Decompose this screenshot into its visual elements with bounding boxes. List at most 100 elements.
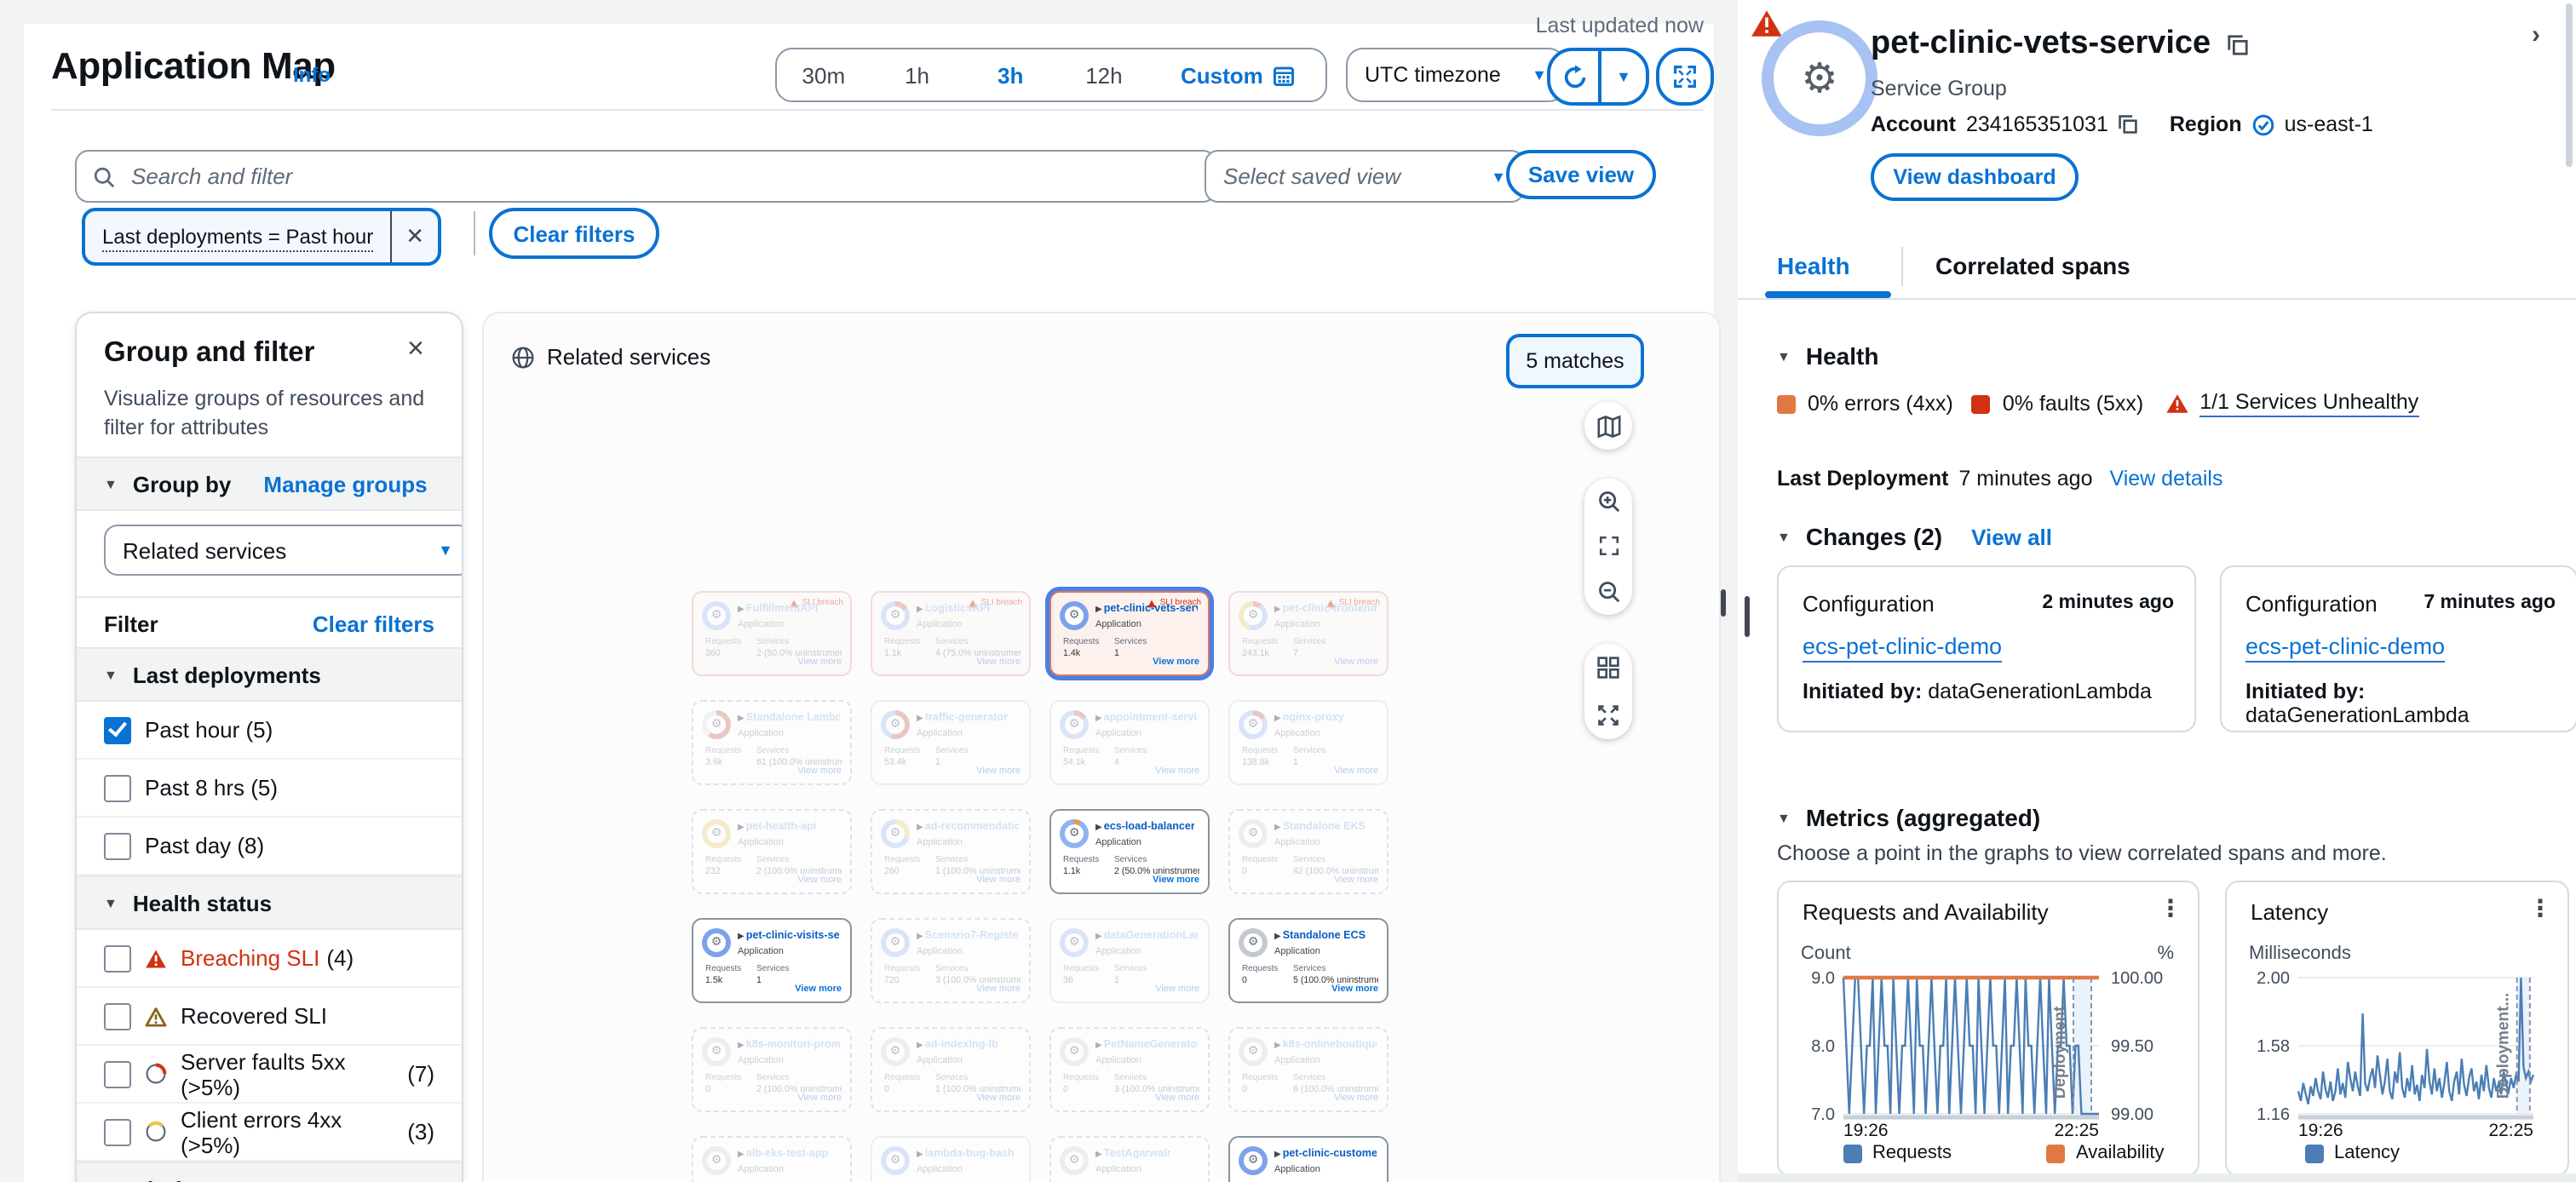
service-name[interactable]: ▶FulfillmentAPI bbox=[738, 603, 818, 615]
services-unhealthy-link[interactable]: 1/1 Services Unhealthy bbox=[2199, 390, 2418, 417]
service-name[interactable]: ▶appointment-service-g... bbox=[1095, 712, 1198, 724]
service-card-ecs-load-balancer[interactable]: ⚙▶ecs-load-balancerApplicationRequestsSe… bbox=[1049, 809, 1210, 894]
clear-filters-link[interactable]: Clear filters bbox=[313, 611, 434, 636]
service-card-StandaloneLambda[interactable]: ⚙▶Standalone LambdaApplicationRequestsSe… bbox=[692, 700, 852, 785]
service-name[interactable]: ▶PetNameGenerator bbox=[1095, 1039, 1198, 1051]
filter-option[interactable]: Client errors 4xx (>5%)(3) bbox=[77, 1104, 462, 1162]
service-card-appointment-service-g[interactable]: ⚙▶appointment-service-g...ApplicationReq… bbox=[1049, 700, 1210, 785]
search-input[interactable] bbox=[128, 162, 1199, 191]
service-card-ad-recommendation-lb[interactable]: ⚙▶ad-recommendation-lbApplicationRequest… bbox=[871, 809, 1031, 894]
info-link[interactable]: Info bbox=[293, 63, 331, 87]
service-name[interactable]: ▶dataGenerationLambda bbox=[1095, 930, 1198, 942]
view-more-link[interactable]: View more bbox=[797, 875, 842, 886]
filter-option[interactable]: Breaching SLI(4) bbox=[77, 930, 462, 988]
change-resource-link[interactable]: ecs-pet-clinic-demo bbox=[2245, 634, 2445, 663]
checkbox[interactable] bbox=[104, 716, 131, 743]
view-more-link[interactable]: View more bbox=[1334, 1093, 1378, 1104]
service-card-ad-indexing-lb[interactable]: ⚙▶ad-indexing-lbApplicationRequestsServi… bbox=[871, 1027, 1031, 1112]
view-dashboard-button[interactable]: View dashboard bbox=[1871, 153, 2079, 201]
service-card-pet-clinic-frontend-java[interactable]: ⚙SLI breach▶pet-clinic-frontend-javaAppl… bbox=[1228, 591, 1389, 676]
kebab-menu-icon[interactable]: ⋮ bbox=[2159, 894, 2182, 923]
view-more-link[interactable]: View more bbox=[1155, 766, 1199, 777]
chart-requests-availability[interactable]: Requests and Availability ⋮ Count % 9.01… bbox=[1777, 881, 2199, 1177]
filter-section-header[interactable]: ▼Last deployments bbox=[77, 647, 462, 702]
filter-section-header[interactable]: ▼Health status bbox=[77, 875, 462, 930]
tab-correlated-spans[interactable]: Correlated spans bbox=[1935, 252, 2130, 279]
view-more-link[interactable]: View more bbox=[976, 1093, 1021, 1104]
copy-icon[interactable] bbox=[2226, 33, 2248, 55]
time-range-30m[interactable]: 30m bbox=[777, 62, 871, 88]
service-name[interactable]: ▶Standalone Lambda bbox=[738, 712, 840, 724]
service-card-StandaloneEKS[interactable]: ⚙▶Standalone EKSApplicationRequestsServi… bbox=[1228, 809, 1389, 894]
filter-section-header[interactable]: ▼Platform bbox=[77, 1162, 462, 1182]
close-icon[interactable]: × bbox=[407, 332, 424, 366]
filter-option[interactable]: Past 8 hrs (5) bbox=[77, 760, 462, 818]
application-map-canvas[interactable]: Related services 5 matches ⚙SLI breach▶F… bbox=[482, 312, 1721, 1182]
view-more-link[interactable]: View more bbox=[1153, 875, 1199, 886]
checkbox[interactable] bbox=[104, 774, 131, 801]
service-card-TestAgarwalr[interactable]: ⚙▶TestAgarwalrApplicationRequestsService… bbox=[1049, 1136, 1210, 1182]
filter-option[interactable]: Server faults 5xx (>5%)(7) bbox=[77, 1046, 462, 1104]
service-name[interactable]: ▶pet-clinic-frontend-java bbox=[1274, 603, 1377, 615]
filter-option[interactable]: Past hour (5) bbox=[77, 702, 462, 760]
time-range-custom-button[interactable]: Custom bbox=[1151, 62, 1325, 88]
service-card-pet-clinic-vets-service[interactable]: ⚙SLI breach▶pet-clinic-vets-serviceAppli… bbox=[1049, 591, 1210, 676]
view-more-link[interactable]: View more bbox=[797, 1093, 842, 1104]
metrics-section-header[interactable]: ▼ Metrics (aggregated) bbox=[1777, 804, 2040, 831]
matches-badge[interactable]: 5 matches bbox=[1506, 334, 1644, 388]
expand-nodes-icon[interactable] bbox=[1596, 693, 1620, 737]
save-view-button[interactable]: Save view bbox=[1506, 150, 1656, 199]
zoom-out-icon[interactable] bbox=[1596, 570, 1621, 614]
service-name[interactable]: ▶traffic-generator bbox=[917, 712, 1008, 724]
service-name[interactable]: ▶nginx-proxy bbox=[1274, 712, 1344, 724]
service-name[interactable]: ▶LogisticsAPI bbox=[917, 603, 990, 615]
service-name[interactable]: ▶Scenario7-RegisterNe... bbox=[917, 930, 1019, 942]
tab-health[interactable]: Health bbox=[1777, 252, 1850, 279]
view-more-link[interactable]: View more bbox=[1334, 766, 1378, 777]
zoom-in-icon[interactable] bbox=[1596, 479, 1621, 524]
service-card-lambda-bug-bash[interactable]: ⚙▶lambda-bug-bashApplicationRequestsServ… bbox=[871, 1136, 1031, 1182]
group-by-header[interactable]: ▼ Group by Manage groups bbox=[77, 456, 462, 511]
view-more-link[interactable]: View more bbox=[1334, 657, 1378, 668]
service-name[interactable]: ▶pet-clinic-vets-service bbox=[1095, 603, 1198, 615]
refresh-button[interactable] bbox=[1550, 51, 1601, 102]
service-name[interactable]: ▶alb-eks-test-app bbox=[738, 1148, 828, 1160]
view-more-link[interactable]: View more bbox=[976, 875, 1021, 886]
service-name[interactable]: ▶TestAgarwalr bbox=[1095, 1148, 1171, 1160]
time-range-3h[interactable]: 3h bbox=[963, 62, 1057, 88]
service-card-pet-health-api[interactable]: ⚙▶pet-health-apiApplicationRequestsServi… bbox=[692, 809, 852, 894]
view-more-link[interactable]: View more bbox=[976, 766, 1021, 777]
service-card-pet-clinic-customers-s[interactable]: ⚙▶pet-clinic-customers-s...ApplicationRe… bbox=[1228, 1136, 1389, 1182]
filter-option[interactable]: Recovered SLI bbox=[77, 988, 462, 1046]
chart-canvas[interactable]: 9.0100.008.099.507.099.0019:2622:25Deplo… bbox=[1799, 971, 2177, 1141]
view-more-link[interactable]: View more bbox=[797, 766, 842, 777]
clear-filters-button[interactable]: Clear filters bbox=[489, 208, 659, 259]
service-card-FulfillmentAPI[interactable]: ⚙SLI breach▶FulfillmentAPIApplicationReq… bbox=[692, 591, 852, 676]
legend-item-requests[interactable]: Requests bbox=[1843, 1143, 1952, 1163]
service-card-pet-clinic-visits-service[interactable]: ⚙▶pet-clinic-visits-serviceApplicationRe… bbox=[692, 918, 852, 1003]
service-name[interactable]: ▶ad-indexing-lb bbox=[917, 1039, 998, 1051]
chart-canvas[interactable]: 2.001.581.1619:2622:25Deployment... bbox=[2247, 971, 2547, 1141]
view-more-link[interactable]: View more bbox=[976, 984, 1021, 995]
service-name[interactable]: ▶pet-health-api bbox=[738, 821, 816, 833]
view-more-link[interactable]: View more bbox=[1155, 1093, 1199, 1104]
view-all-link[interactable]: View all bbox=[1971, 524, 2052, 549]
timezone-select[interactable]: UTC timezone ▼ bbox=[1346, 48, 1566, 102]
service-name[interactable]: ▶Standalone ECS bbox=[1274, 930, 1366, 942]
collapse-panel-icon[interactable]: › bbox=[2532, 20, 2540, 49]
service-card-k8s-monitori-prometh[interactable]: ⚙▶k8s-monitori-prometh...ApplicationRequ… bbox=[692, 1027, 852, 1112]
fit-to-screen-icon[interactable] bbox=[1597, 525, 1619, 569]
saved-view-select[interactable]: Select saved view ▼ bbox=[1205, 150, 1525, 203]
checkbox[interactable] bbox=[104, 1002, 131, 1030]
refresh-options-button[interactable]: ▼ bbox=[1601, 51, 1646, 102]
view-more-link[interactable]: View more bbox=[797, 657, 842, 668]
scroll-handle[interactable] bbox=[1745, 596, 1749, 637]
kebab-menu-icon[interactable]: ⋮ bbox=[2528, 894, 2552, 923]
view-more-link[interactable]: View more bbox=[1153, 657, 1199, 668]
remove-filter-icon[interactable]: ✕ bbox=[390, 211, 438, 262]
group-by-select[interactable]: Related services ▼ bbox=[104, 525, 463, 576]
view-details-link[interactable]: View details bbox=[2110, 467, 2223, 491]
service-card-dataGenerationLambda[interactable]: ⚙▶dataGenerationLambdaApplicationRequest… bbox=[1049, 918, 1210, 1003]
service-card-alb-eks-test-app[interactable]: ⚙▶alb-eks-test-appApplicationRequestsSer… bbox=[692, 1136, 852, 1182]
filter-option[interactable]: Past day (8) bbox=[77, 818, 462, 875]
